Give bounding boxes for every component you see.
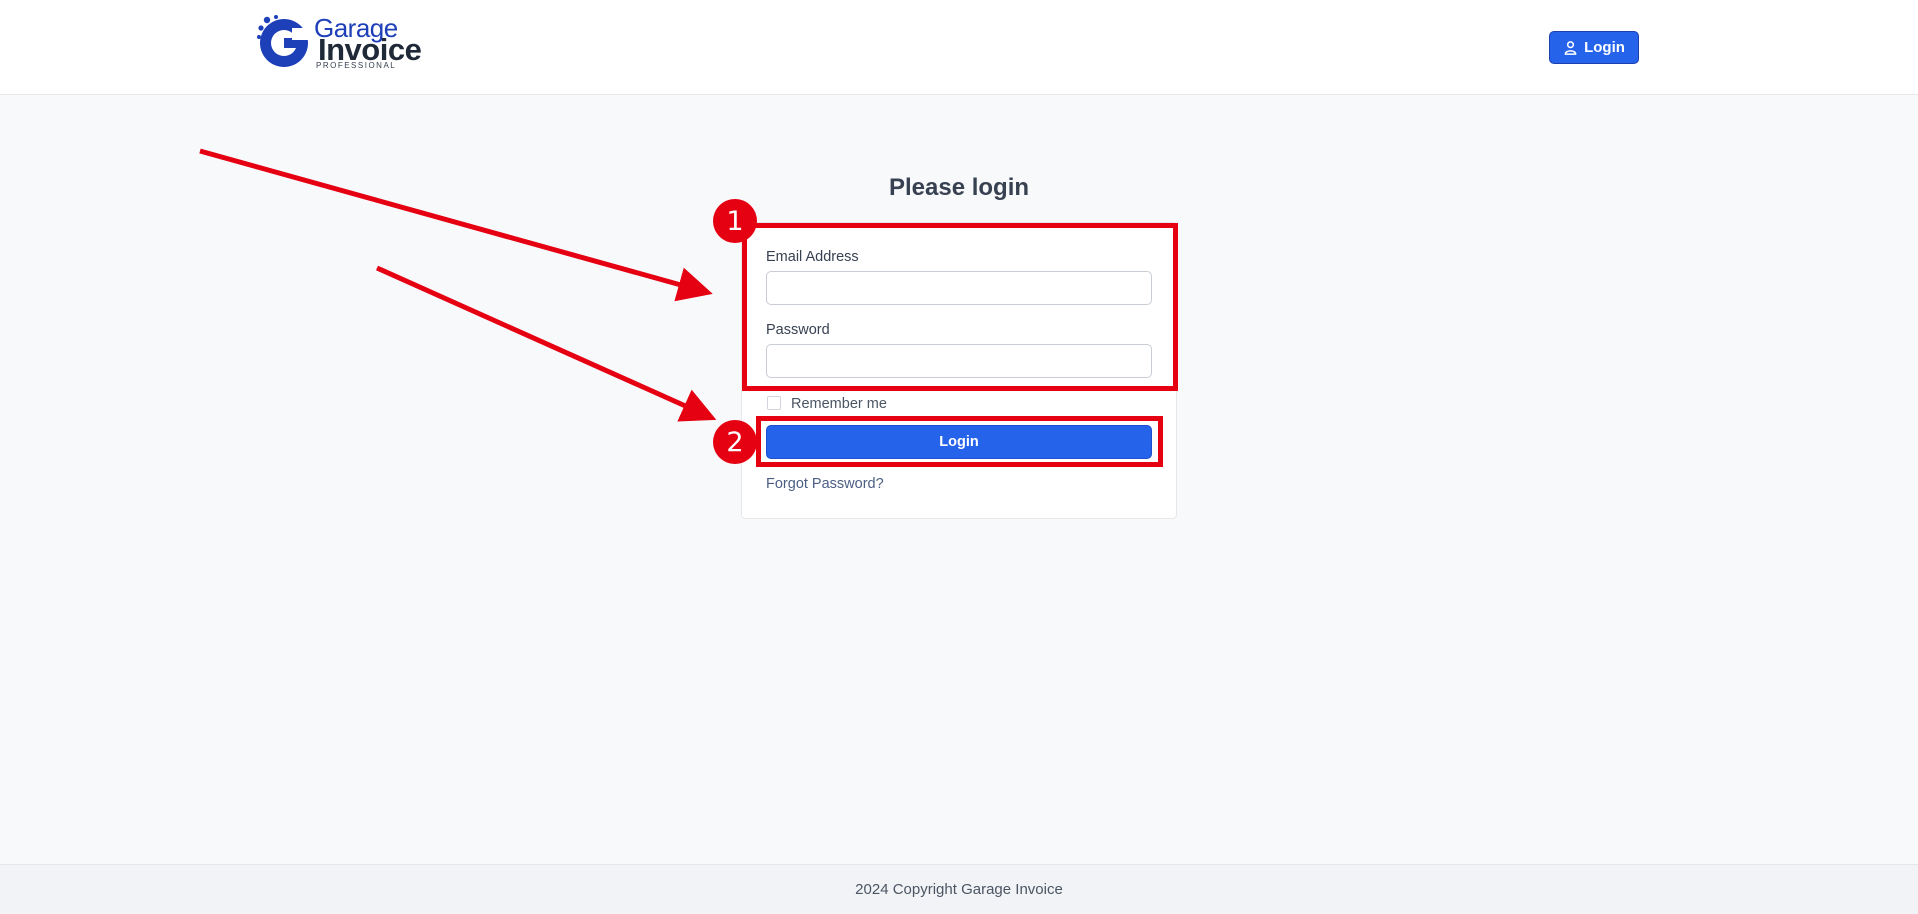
brand-logo[interactable]: Garage Invoice PROFESSIONAL	[256, 12, 426, 72]
annotation-badge-2: 2	[713, 420, 757, 464]
page-footer: 2024 Copyright Garage Invoice	[0, 864, 1918, 914]
footer-copyright: 2024 Copyright Garage Invoice	[855, 881, 1063, 898]
remember-me-label[interactable]: Remember me	[791, 396, 887, 412]
brand-line3: PROFESSIONAL	[316, 61, 397, 70]
nav-login-label: Login	[1584, 39, 1625, 56]
logo-g-icon	[257, 15, 310, 67]
top-navbar: Garage Invoice PROFESSIONAL Login	[0, 0, 1918, 95]
page-title: Please login	[888, 174, 1030, 201]
user-icon	[1564, 41, 1577, 55]
highlight-box-login	[756, 416, 1163, 467]
highlight-box-credentials	[742, 223, 1178, 391]
remember-me-checkbox[interactable]	[767, 396, 781, 410]
forgot-password-link[interactable]: Forgot Password?	[766, 476, 884, 492]
annotation-badge-1: 1	[713, 199, 757, 243]
annotation-arrow-2	[375, 265, 717, 422]
annotation-arrow-1	[199, 148, 713, 302]
nav-login-button[interactable]: Login	[1549, 31, 1639, 64]
